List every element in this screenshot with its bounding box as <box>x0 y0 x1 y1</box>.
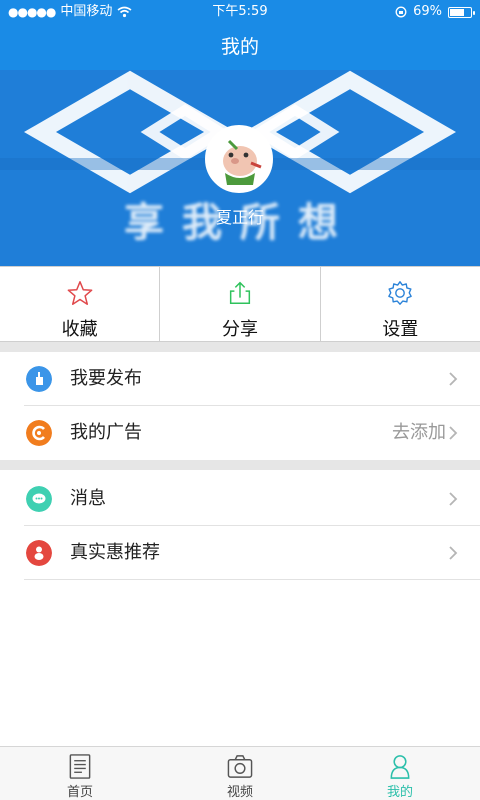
menu-item-label: 真实惠推荐 <box>70 542 160 563</box>
recommend-icon <box>26 540 52 566</box>
share-label: 分享 <box>221 319 258 340</box>
chevron-right-icon <box>449 546 458 560</box>
avatar[interactable] <box>205 125 273 193</box>
page-title: 我的 <box>220 36 259 58</box>
star-icon <box>67 281 93 305</box>
battery-percent: 69% <box>413 4 442 19</box>
tab-home[interactable]: 首页 <box>0 747 160 800</box>
orientation-lock-icon <box>395 6 407 18</box>
menu-item-label: 消息 <box>70 488 106 509</box>
person-icon <box>390 755 410 779</box>
menu-item-publish[interactable]: 我要发布 <box>0 352 480 406</box>
chevron-right-icon <box>449 426 458 440</box>
chevron-right-icon <box>449 372 458 386</box>
menu-item-label: 我的广告 <box>70 422 142 443</box>
share-button[interactable]: 分享 <box>160 267 321 341</box>
menu-item-messages[interactable]: 消息 <box>0 472 480 526</box>
menu-item-my-ads[interactable]: 我的广告 去添加 <box>0 406 480 460</box>
chevron-right-icon <box>449 492 458 506</box>
tab-bar: 首页 视频 我的 <box>0 746 480 800</box>
menu-item-label: 我要发布 <box>70 368 142 389</box>
tab-video[interactable]: 视频 <box>160 747 320 800</box>
battery-icon <box>448 6 475 18</box>
add-hint: 去添加 <box>392 422 446 443</box>
quick-actions: 收藏 分享 设置 <box>0 266 480 342</box>
top-bar: ●●●●● 中国移动 下午5:59 69% 我的 <box>0 0 480 70</box>
menu-item-recommend[interactable]: 真实惠推荐 <box>0 526 480 580</box>
row-divider <box>24 579 480 580</box>
home-doc-icon <box>69 754 91 779</box>
settings-button[interactable]: 设置 <box>320 267 480 341</box>
ad-icon <box>26 420 52 446</box>
tab-label: 视频 <box>226 785 253 800</box>
profile-banner: 享我所想 夏正行 <box>0 70 480 266</box>
favorites-button[interactable]: 收藏 <box>0 267 161 341</box>
tab-me[interactable]: 我的 <box>320 747 480 800</box>
settings-label: 设置 <box>382 319 419 340</box>
share-icon <box>229 281 251 305</box>
camera-icon <box>227 755 253 778</box>
tab-label: 首页 <box>66 785 93 800</box>
gear-icon <box>388 281 413 305</box>
avatar-image <box>207 127 271 191</box>
tab-label: 我的 <box>386 785 413 800</box>
menu-group-2: 消息 真实惠推荐 <box>0 472 480 580</box>
favorites-label: 收藏 <box>61 319 98 340</box>
username: 夏正行 <box>215 208 264 227</box>
section-divider <box>0 342 480 352</box>
message-icon <box>26 486 52 512</box>
menu-group-1: 我要发布 我的广告 去添加 <box>0 352 480 460</box>
section-divider <box>0 460 480 470</box>
hand-icon <box>26 366 52 392</box>
status-bar: ●●●●● 中国移动 下午5:59 69% <box>0 0 480 24</box>
